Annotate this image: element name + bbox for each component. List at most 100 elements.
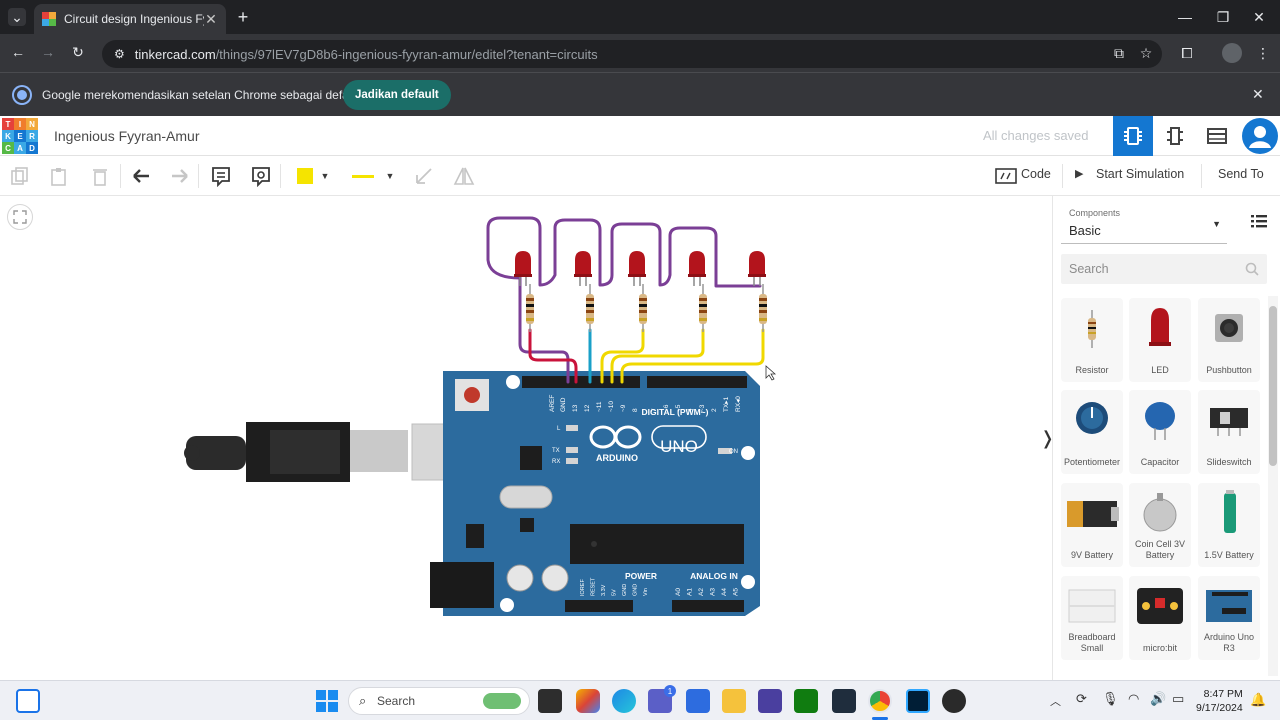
led[interactable] xyxy=(748,251,766,286)
scrollbar-thumb[interactable] xyxy=(1269,306,1277,466)
store-icon[interactable] xyxy=(686,689,710,713)
led[interactable] xyxy=(514,251,532,286)
led[interactable] xyxy=(688,251,706,286)
circuit-canvas[interactable]: UNO ARDUINO DIGITAL (PWM~) POWER ANALOG … xyxy=(0,196,1055,680)
vscode-like-icon[interactable] xyxy=(758,689,782,713)
microphone-icon[interactable]: 🎙 xyxy=(1102,691,1119,707)
tx-led-label: TX xyxy=(552,448,560,454)
windows-start-icon[interactable] xyxy=(315,689,339,713)
resistor[interactable] xyxy=(639,284,647,332)
line-color-picker[interactable]: ▼ xyxy=(346,164,400,188)
delete-icon[interactable] xyxy=(88,164,112,188)
code-button[interactable]: Code xyxy=(1021,167,1051,181)
send-to-button[interactable]: Send To xyxy=(1218,167,1264,181)
tab-search-icon[interactable]: ⌄ xyxy=(8,8,26,26)
bookmark-star-icon[interactable]: ☆ xyxy=(1137,44,1155,62)
component-card-pushbutton[interactable]: Pushbutton xyxy=(1198,298,1260,382)
battery-icon[interactable]: ▭ xyxy=(1172,691,1184,707)
component-card-micro-bit[interactable]: micro:bit xyxy=(1129,576,1191,660)
minimize-icon[interactable]: — xyxy=(1176,8,1194,26)
component-card-arduino-uno-r3[interactable]: Arduino Uno R3 xyxy=(1198,576,1260,660)
notes-icon[interactable] xyxy=(209,164,233,188)
task-view-icon[interactable] xyxy=(538,689,562,713)
show-hidden-icons-icon[interactable]: ︿ xyxy=(1050,693,1061,709)
close-tab-icon[interactable]: ✕ xyxy=(204,11,218,28)
slideswitch-icon xyxy=(1198,394,1260,446)
tinkercad-logo[interactable]: T I N K E R C A D xyxy=(2,118,38,154)
component-card-potentiometer[interactable]: Potentiometer xyxy=(1061,390,1123,474)
redo-icon[interactable] xyxy=(168,164,192,188)
wifi-icon[interactable]: ◠ xyxy=(1128,691,1139,707)
component-card-led[interactable]: LED xyxy=(1129,298,1191,382)
back-icon[interactable]: ← xyxy=(8,42,28,62)
rotate-icon[interactable] xyxy=(412,164,436,188)
panel-scrollbar[interactable] xyxy=(1268,296,1278,676)
new-tab-button[interactable]: + xyxy=(234,7,252,27)
component-card-coin-cell-3v-battery[interactable]: Coin Cell 3V Battery xyxy=(1129,483,1191,567)
resistor[interactable] xyxy=(759,284,767,332)
dev-home-icon[interactable] xyxy=(832,689,856,713)
notification-bell-icon[interactable]: 🔔 xyxy=(1250,692,1266,708)
flip-icon[interactable] xyxy=(452,164,476,188)
component-card-breadboard-small[interactable]: Breadboard Small xyxy=(1061,576,1123,660)
chrome-icon[interactable] xyxy=(868,689,892,713)
xbox-icon[interactable] xyxy=(794,689,818,713)
code-icon[interactable] xyxy=(994,164,1018,188)
undo-icon[interactable] xyxy=(129,164,153,188)
components-search-input[interactable]: Search xyxy=(1061,254,1267,284)
component-card-capacitor[interactable]: Capacitor xyxy=(1129,390,1191,474)
extensions-icon[interactable]: ⧠ xyxy=(1178,44,1196,62)
led[interactable] xyxy=(628,251,646,286)
sync-icon[interactable]: ⟳ xyxy=(1076,691,1087,707)
file-explorer-icon[interactable] xyxy=(722,689,746,713)
led-resistor-array[interactable] xyxy=(514,251,767,332)
resistor[interactable] xyxy=(699,284,707,332)
ground-to-board-wire[interactable] xyxy=(518,276,570,384)
chrome-menu-icon[interactable]: ⋮ xyxy=(1254,44,1272,62)
recorder-icon[interactable] xyxy=(942,689,966,713)
forward-icon[interactable]: → xyxy=(38,42,58,62)
volume-icon[interactable]: 🔊 xyxy=(1150,691,1166,707)
copilot-icon[interactable] xyxy=(576,689,600,713)
project-title[interactable]: Ingenious Fyyran-Amur xyxy=(54,128,200,144)
resistor[interactable] xyxy=(586,284,594,332)
component-card-1-5v-battery[interactable]: 1.5V Battery xyxy=(1198,483,1260,567)
divider xyxy=(1201,164,1202,188)
copy-icon[interactable] xyxy=(8,164,32,188)
profile-avatar[interactable] xyxy=(1222,43,1242,63)
teams-icon[interactable]: 1 xyxy=(648,685,676,713)
component-card-9v-battery[interactable]: 9V Battery xyxy=(1061,483,1123,567)
arduino-uno-r3-icon xyxy=(1198,580,1260,632)
components-dropdown[interactable]: Components Basic ▼ xyxy=(1061,204,1227,244)
play-icon[interactable]: ▶ xyxy=(1075,167,1083,180)
tab-title: Circuit design Ingenious Fyyran xyxy=(64,12,204,26)
browser-tab[interactable]: Circuit design Ingenious Fyyran ✕ xyxy=(34,4,226,34)
pushbutton-icon xyxy=(1198,302,1260,354)
address-bar[interactable]: ⚙ tinkercad.com /things/97lEV7gD8b6-inge… xyxy=(102,40,1162,68)
fill-color-picker[interactable]: ▼ xyxy=(290,164,336,188)
component-list-button[interactable] xyxy=(1197,116,1237,156)
schematic-view-button[interactable] xyxy=(1155,116,1195,156)
set-default-button[interactable]: Jadikan default xyxy=(343,80,451,110)
resistor[interactable] xyxy=(526,284,534,332)
component-card-slideswitch[interactable]: Slideswitch xyxy=(1198,390,1260,474)
user-avatar[interactable] xyxy=(1240,116,1280,156)
taskbar-search-box[interactable]: ⌕ Search xyxy=(348,687,530,715)
led[interactable] xyxy=(574,251,592,286)
widgets-icon[interactable] xyxy=(16,689,40,713)
system-clock[interactable]: 8:47 PM 9/17/2024 xyxy=(1196,687,1243,715)
close-infobar-icon[interactable]: ✕ xyxy=(1252,86,1264,103)
component-card-resistor[interactable]: Resistor xyxy=(1061,298,1123,382)
annotation-visibility-icon[interactable] xyxy=(249,164,273,188)
site-info-icon[interactable]: ⚙ xyxy=(114,47,125,61)
photoshop-icon[interactable] xyxy=(906,689,930,713)
restore-icon[interactable]: ❐ xyxy=(1214,8,1232,26)
paste-icon[interactable] xyxy=(47,164,71,188)
reload-icon[interactable]: ↻ xyxy=(68,42,88,62)
list-view-icon[interactable] xyxy=(1251,214,1267,233)
edge-icon[interactable] xyxy=(612,689,636,713)
circuit-view-button[interactable] xyxy=(1113,116,1153,156)
close-window-icon[interactable]: ✕ xyxy=(1250,8,1268,26)
start-simulation-button[interactable]: Start Simulation xyxy=(1096,167,1184,181)
cast-icon[interactable]: ⧉ xyxy=(1110,44,1128,62)
